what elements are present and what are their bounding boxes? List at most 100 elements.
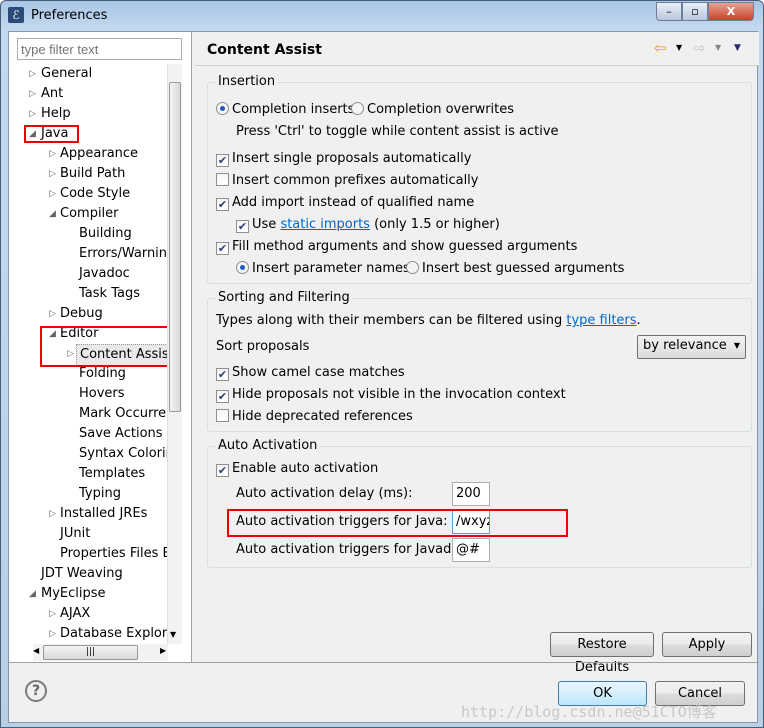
chevron-down-icon: ▼: [733, 341, 740, 350]
tree-item-label: Task Tags: [79, 286, 140, 301]
collapsed-arrow-icon[interactable]: ▷: [49, 144, 56, 164]
static-imports-link[interactable]: static imports: [280, 217, 370, 232]
static-imports-checkbox[interactable]: ✔ Use static imports (only 1.5 or higher): [236, 216, 500, 234]
tree-item[interactable]: Mark Occurren: [9, 404, 167, 424]
tree-item[interactable]: Hovers: [9, 384, 167, 404]
tree-horizontal-scrollbar[interactable]: ◀ ||| ▶: [33, 644, 168, 661]
collapsed-arrow-icon[interactable]: ▷: [29, 64, 36, 84]
collapsed-arrow-icon[interactable]: ▷: [49, 304, 56, 324]
tree-item[interactable]: ◢ Compiler: [9, 204, 167, 224]
tree-item[interactable]: Building: [9, 224, 167, 244]
sort-proposals-select[interactable]: by relevance ▼: [637, 335, 746, 359]
completion-inserts-radio[interactable]: Completion inserts: [216, 101, 354, 119]
toggle-hint: Press 'Ctrl' to toggle while content ass…: [236, 124, 559, 139]
tree-item-label: AJAX: [60, 606, 91, 621]
filter-input[interactable]: [17, 38, 182, 60]
enable-auto-activation-checkbox[interactable]: ✔ Enable auto activation: [216, 460, 378, 478]
collapsed-arrow-icon[interactable]: ▷: [49, 624, 56, 644]
tree-item[interactable]: ▷ Help: [9, 104, 167, 124]
check-icon: ✔: [216, 464, 229, 477]
tree-item[interactable]: JUnit: [9, 524, 167, 544]
label: Show camel case matches: [232, 365, 405, 380]
hide-deprecated-checkbox[interactable]: Hide deprecated references: [216, 408, 413, 426]
label: Fill method arguments and show guessed a…: [232, 239, 578, 254]
tree-item[interactable]: ▷ Installed JREs: [9, 504, 167, 524]
type-filters-link[interactable]: type filters: [566, 313, 636, 328]
restore-defaults-button[interactable]: Restore Defaults: [550, 632, 654, 675]
tree-item[interactable]: ▷ Build Path: [9, 164, 167, 184]
scrollbar-thumb[interactable]: |||: [43, 645, 138, 660]
collapsed-arrow-icon[interactable]: ▷: [49, 184, 56, 204]
back-arrow-icon[interactable]: ⇦: [654, 39, 667, 57]
preference-tree-panel: ▷General▷Ant▷Help◢Java▷Appearance▷Build …: [9, 32, 192, 662]
tree-item[interactable]: JDT Weaving: [9, 564, 167, 584]
collapsed-arrow-icon[interactable]: ▷: [49, 604, 56, 624]
collapsed-arrow-icon[interactable]: ▷: [49, 164, 56, 184]
collapsed-arrow-icon[interactable]: ▷: [49, 504, 56, 524]
tree-item[interactable]: ▷ Ant: [9, 84, 167, 104]
watermark: http://blog.csdn.ne@51CTO博客: [461, 703, 717, 721]
label: Insert common prefixes automatically: [232, 173, 479, 188]
view-menu-icon[interactable]: ▼: [734, 43, 741, 53]
preferences-window: ℰ Preferences – ▫ X ▷ General ▷ Ant ▷ Help ◢ Ja…: [0, 0, 764, 728]
label: Completion overwrites: [367, 102, 515, 117]
tree-item-label: Properties Files Ed: [60, 546, 167, 561]
collapsed-arrow-icon[interactable]: ▷: [29, 104, 36, 124]
scrollbar-thumb[interactable]: [169, 82, 181, 412]
insert-best-guessed-radio[interactable]: Insert best guessed arguments: [406, 260, 624, 278]
help-icon[interactable]: ?: [25, 680, 47, 702]
tree-item[interactable]: ▷ Database Explorer: [9, 624, 167, 644]
tree-item[interactable]: Properties Files Ed: [9, 544, 167, 564]
apply-button[interactable]: Apply: [662, 632, 752, 657]
tree-item-label: Installed JREs: [60, 506, 148, 521]
tree-item[interactable]: Folding: [9, 364, 167, 384]
fill-arguments-checkbox[interactable]: ✔ Fill method arguments and show guessed …: [216, 238, 577, 256]
forward-arrow-icon[interactable]: ⇨: [693, 39, 706, 57]
back-menu-icon[interactable]: ▼: [676, 43, 682, 52]
tree-item[interactable]: ▷ AJAX: [9, 604, 167, 624]
tree-vertical-scrollbar[interactable]: ▼: [167, 64, 182, 644]
scroll-down-icon[interactable]: ▼: [170, 630, 176, 639]
radio-icon: [216, 102, 229, 115]
close-button[interactable]: X: [708, 2, 754, 21]
tree-item[interactable]: ◢ MyEclipse: [9, 584, 167, 604]
scroll-right-icon[interactable]: ▶: [160, 646, 166, 655]
radio-icon: [236, 261, 249, 274]
tree-item-label: Mark Occurren: [79, 406, 167, 421]
collapsed-arrow-icon[interactable]: ▷: [29, 84, 36, 104]
window-title: Preferences: [31, 8, 108, 23]
tree-item[interactable]: ▷ General: [9, 64, 167, 84]
tree-item[interactable]: Templates: [9, 464, 167, 484]
delay-input[interactable]: 200: [452, 482, 490, 506]
camel-case-checkbox[interactable]: ✔ Show camel case matches: [216, 364, 405, 382]
tree-item-label: JUnit: [60, 526, 91, 541]
insert-parameter-names-radio[interactable]: Insert parameter names: [236, 260, 410, 278]
check-icon: ✔: [216, 368, 229, 381]
tree-item[interactable]: ▷ Appearance: [9, 144, 167, 164]
sort-proposals-label: Sort proposals: [216, 339, 310, 354]
expanded-arrow-icon[interactable]: ◢: [29, 584, 36, 604]
scroll-left-icon[interactable]: ◀: [33, 646, 39, 655]
tree-item[interactable]: Syntax Coloring: [9, 444, 167, 464]
completion-overwrites-radio[interactable]: Completion overwrites: [351, 101, 514, 119]
forward-menu-icon[interactable]: ▼: [715, 43, 721, 52]
insert-single-checkbox[interactable]: ✔ Insert single proposals automatically: [216, 150, 471, 168]
group-label: Sorting and Filtering: [216, 290, 352, 305]
tree-item[interactable]: ▷ Code Style: [9, 184, 167, 204]
javadoc-triggers-input[interactable]: @#: [452, 538, 490, 562]
tree-item[interactable]: Typing: [9, 484, 167, 504]
check-icon: ✔: [216, 154, 229, 167]
minimize-button[interactable]: –: [656, 2, 682, 21]
maximize-button[interactable]: ▫: [682, 2, 708, 21]
page-title: Content Assist: [207, 42, 322, 58]
insert-prefixes-checkbox[interactable]: Insert common prefixes automatically: [216, 172, 479, 190]
hide-invisible-checkbox[interactable]: ✔ Hide proposals not visible in the invoc…: [216, 386, 566, 404]
tree-item[interactable]: Task Tags: [9, 284, 167, 304]
tree-item[interactable]: Save Actions: [9, 424, 167, 444]
tree-item[interactable]: ▷ Debug: [9, 304, 167, 324]
tree-item[interactable]: Errors/Warning: [9, 244, 167, 264]
add-import-checkbox[interactable]: ✔ Add import instead of qualified name: [216, 194, 474, 212]
tree-item-label: Help: [41, 106, 71, 121]
expanded-arrow-icon[interactable]: ◢: [49, 204, 56, 224]
tree-item[interactable]: Javadoc: [9, 264, 167, 284]
